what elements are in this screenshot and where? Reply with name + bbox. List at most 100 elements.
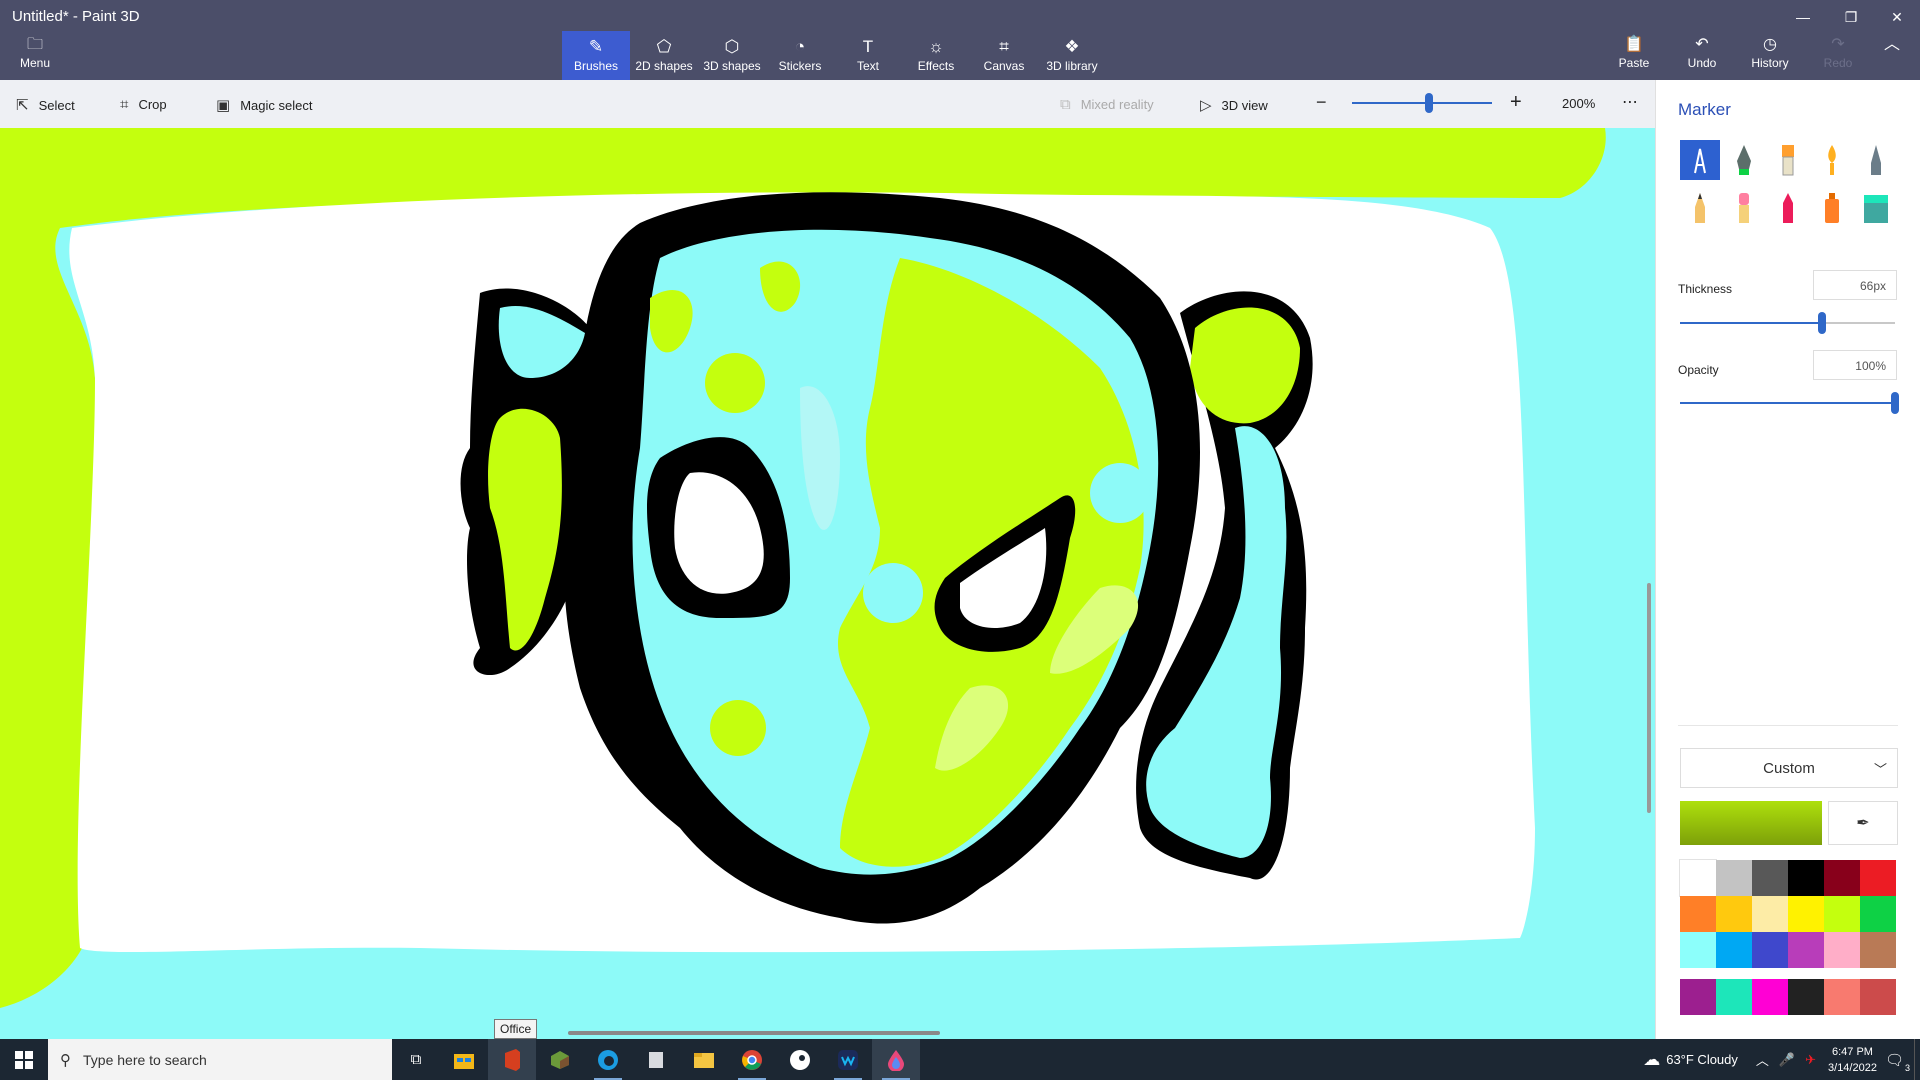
color-swatch[interactable]: [1788, 979, 1824, 1015]
spray-can-brush[interactable]: [1812, 188, 1852, 228]
color-swatch[interactable]: [1752, 979, 1788, 1015]
3d-view-button[interactable]: ▷ 3D view: [1200, 96, 1268, 114]
color-swatch[interactable]: [1752, 932, 1788, 968]
color-swatch[interactable]: [1788, 932, 1824, 968]
taskbar-app-edge[interactable]: [584, 1039, 632, 1080]
horizontal-scrollbar[interactable]: [568, 1031, 940, 1035]
taskbar-search[interactable]: ⚲ Type here to search: [48, 1039, 392, 1080]
zoom-slider-track[interactable]: [1352, 102, 1492, 104]
network-icon[interactable]: ✈: [1805, 1052, 1816, 1068]
color-swatch[interactable]: [1752, 860, 1788, 896]
chevron-up-icon[interactable]: ︿: [1756, 1050, 1769, 1069]
pixel-pen-brush[interactable]: [1856, 140, 1896, 180]
thickness-slider[interactable]: [1680, 312, 1895, 334]
clock[interactable]: 6:47 PM 3/14/2022: [1828, 1044, 1877, 1076]
tab-effects[interactable]: ☼ Effects: [902, 31, 970, 80]
tab-2d-shapes[interactable]: ⬠ 2D shapes: [630, 31, 698, 80]
taskbar-app-file-explorer[interactable]: [680, 1039, 728, 1080]
taskbar-app-paint-3d[interactable]: [872, 1039, 920, 1080]
color-swatch[interactable]: [1680, 979, 1716, 1015]
magic-select-button[interactable]: ▣ Magic select: [216, 96, 312, 114]
taskbar-app-steam[interactable]: [776, 1039, 824, 1080]
color-swatch[interactable]: [1716, 979, 1752, 1015]
history-button[interactable]: ◷ History: [1736, 34, 1804, 70]
tab-canvas[interactable]: ⌗ Canvas: [970, 31, 1038, 80]
taskbar-app-notepad[interactable]: [632, 1039, 680, 1080]
color-swatch[interactable]: [1824, 932, 1860, 968]
eyedropper-button[interactable]: ✒: [1828, 801, 1898, 845]
eraser-brush[interactable]: [1724, 188, 1764, 228]
start-button[interactable]: [0, 1039, 48, 1080]
close-button[interactable]: ✕: [1874, 4, 1920, 30]
weather-text[interactable]: 63°F Cloudy: [1666, 1052, 1738, 1067]
tab-stickers[interactable]: ◔ Stickers: [766, 31, 834, 80]
color-swatch[interactable]: [1716, 932, 1752, 968]
color-swatch[interactable]: [1860, 932, 1896, 968]
minimize-button[interactable]: —: [1780, 4, 1826, 30]
zoom-out-button[interactable]: −: [1316, 92, 1327, 113]
task-view-button[interactable]: ⧉: [392, 1039, 440, 1080]
chrome-icon: [742, 1049, 762, 1070]
mixed-reality-label: Mixed reality: [1080, 97, 1154, 112]
paste-button[interactable]: 📋 Paste: [1600, 34, 1668, 70]
color-swatch[interactable]: [1679, 859, 1717, 897]
fill-brush[interactable]: [1856, 188, 1896, 228]
drawing-canvas[interactable]: [0, 128, 1655, 1039]
history-icon: ◷: [1763, 36, 1777, 53]
crop-button[interactable]: ⌗ Crop: [120, 96, 167, 113]
crayon-brush[interactable]: [1768, 188, 1808, 228]
color-mode-dropdown[interactable]: Custom ﹀: [1680, 748, 1898, 788]
color-swatch[interactable]: [1824, 896, 1860, 932]
tab-label: Effects: [917, 59, 955, 73]
notepad-icon: [649, 1051, 663, 1068]
taskbar-app-chrome[interactable]: [728, 1039, 776, 1080]
select-button[interactable]: ⇱ Select: [16, 96, 75, 114]
color-swatch[interactable]: [1788, 860, 1824, 896]
color-swatch[interactable]: [1680, 896, 1716, 932]
zoom-slider-thumb[interactable]: [1425, 93, 1433, 113]
collapse-toolbar-button[interactable]: ︿: [1872, 34, 1912, 70]
color-swatch[interactable]: [1824, 860, 1860, 896]
color-swatch[interactable]: [1680, 932, 1716, 968]
color-swatch[interactable]: [1824, 979, 1860, 1015]
restore-button[interactable]: ❐: [1828, 4, 1874, 30]
mixed-reality-button[interactable]: ⧉ Mixed reality: [1060, 96, 1154, 113]
zoom-value[interactable]: 200%: [1562, 96, 1595, 111]
oil-brush[interactable]: [1768, 140, 1808, 180]
pencil-brush[interactable]: [1680, 188, 1720, 228]
taskbar-app-store[interactable]: [440, 1039, 488, 1080]
thickness-input[interactable]: 66px: [1813, 270, 1897, 300]
tab-text[interactable]: T Text: [834, 31, 902, 80]
color-swatch[interactable]: [1716, 860, 1752, 896]
color-swatch[interactable]: [1716, 896, 1752, 932]
color-swatch[interactable]: [1788, 896, 1824, 932]
color-swatch[interactable]: [1860, 860, 1896, 896]
current-color-swatch[interactable]: [1680, 801, 1822, 845]
microphone-icon[interactable]: 🎤: [1779, 1052, 1795, 1068]
more-options-button[interactable]: ⋯: [1622, 92, 1638, 112]
opacity-input[interactable]: 100%: [1813, 350, 1897, 380]
notification-icon[interactable]: 🗨 3: [1885, 1051, 1910, 1073]
color-swatch[interactable]: [1860, 979, 1896, 1015]
redo-button[interactable]: ↷ Redo: [1804, 34, 1872, 70]
watercolor-brush[interactable]: [1812, 140, 1852, 180]
tab-3d-library[interactable]: ❖ 3D library: [1038, 31, 1106, 80]
opacity-slider-thumb[interactable]: [1891, 392, 1899, 414]
menu-button[interactable]: 🗀 Menu: [14, 34, 56, 76]
cursor-icon: ⇱: [16, 97, 29, 114]
taskbar-app-office[interactable]: [488, 1039, 536, 1080]
calligraphy-pen-brush[interactable]: [1724, 140, 1764, 180]
tab-brushes[interactable]: ✎ Brushes: [562, 31, 630, 80]
opacity-slider[interactable]: [1680, 392, 1899, 414]
thickness-slider-thumb[interactable]: [1817, 312, 1826, 334]
marker-brush[interactable]: [1680, 140, 1720, 180]
taskbar-app-minecraft[interactable]: [536, 1039, 584, 1080]
show-desktop-button[interactable]: [1914, 1039, 1920, 1080]
zoom-in-button[interactable]: +: [1510, 91, 1522, 114]
taskbar-app-webex[interactable]: [824, 1039, 872, 1080]
vertical-scrollbar[interactable]: [1647, 583, 1651, 813]
color-swatch[interactable]: [1752, 896, 1788, 932]
undo-button[interactable]: ↶ Undo: [1668, 34, 1736, 70]
color-swatch[interactable]: [1860, 896, 1896, 932]
tab-3d-shapes[interactable]: ⬡ 3D shapes: [698, 31, 766, 80]
